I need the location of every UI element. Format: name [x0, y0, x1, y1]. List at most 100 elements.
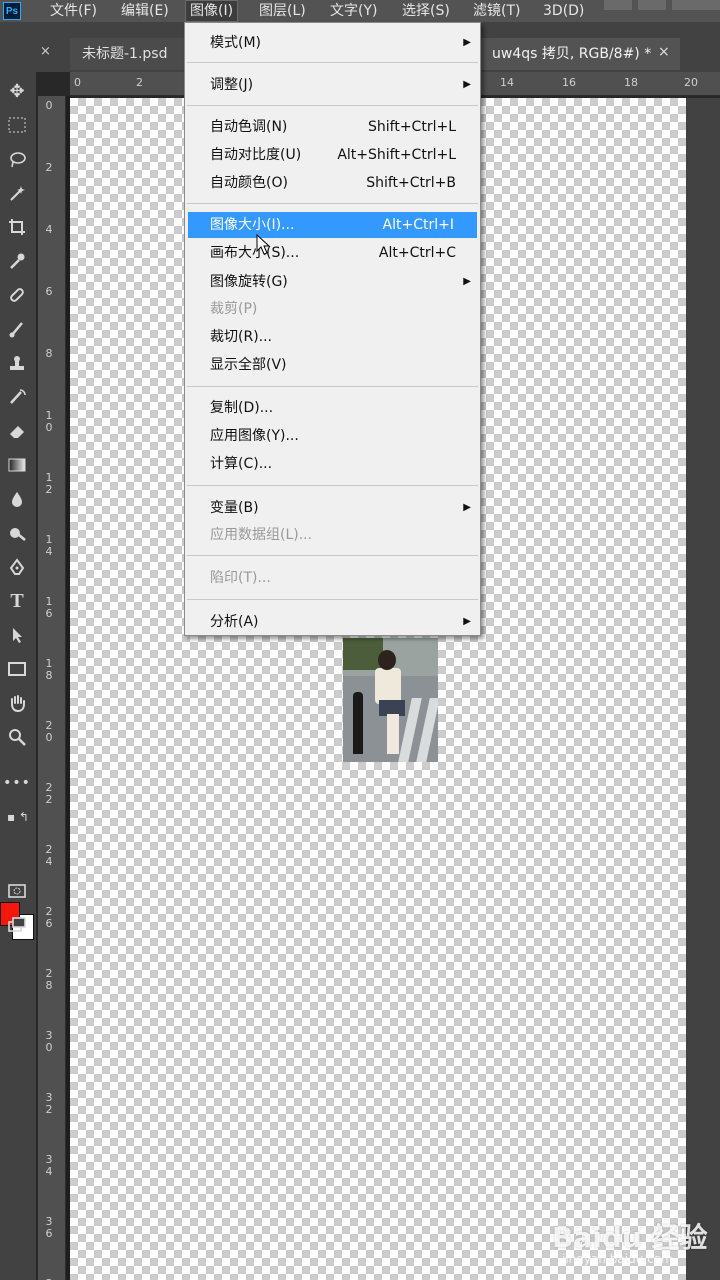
- menu-item-crop: 裁剪(P): [186, 296, 479, 322]
- canvas-right-gutter: [686, 98, 720, 1280]
- menu-image[interactable]: 图像(I): [185, 0, 239, 22]
- menu-layer[interactable]: 图层(L): [255, 0, 310, 22]
- eyedropper-tool-icon[interactable]: [4, 248, 30, 274]
- ruler-tick: 2 4: [45, 843, 53, 868]
- submenu-arrow-icon: ▶: [463, 276, 471, 287]
- ruler-tick: 2 2: [45, 781, 53, 806]
- type-tool-icon[interactable]: T: [4, 588, 30, 614]
- ruler-tick: 18: [624, 76, 638, 89]
- photo-layer-thumbnail[interactable]: [343, 638, 438, 762]
- ruler-tick: 3 0: [45, 1029, 53, 1054]
- magic-wand-tool-icon[interactable]: [4, 180, 30, 206]
- lasso-tool-icon[interactable]: [4, 146, 30, 172]
- menu-edit[interactable]: 编辑(E): [117, 0, 173, 22]
- dodge-tool-icon[interactable]: [4, 520, 30, 546]
- menu-item-label: 画布大小(S)...: [210, 245, 300, 261]
- menu-item-label: 复制(D)...: [210, 400, 274, 416]
- vertical-ruler: 0 2 4 6 8 1 0 1 2 1 4 1 6 1 8 2 0 2 2 2 4 2 6 2 8 3 0 3 …: [38, 96, 66, 1280]
- photo-figure-body: [375, 668, 401, 704]
- ruler-tick: 0: [74, 76, 81, 89]
- menu-item-label: 调整(J): [210, 77, 254, 93]
- menu-item-label: 显示全部(V): [210, 357, 287, 373]
- screen-mode-icon[interactable]: [4, 912, 30, 938]
- menu-item-label: 陷印(T)...: [210, 570, 271, 586]
- close-window-button[interactable]: [672, 0, 720, 10]
- ruler-tick: 3 2: [45, 1091, 53, 1116]
- rectangle-tool-icon[interactable]: [4, 656, 30, 682]
- panel-close-icon[interactable]: ×: [40, 44, 51, 59]
- path-selection-tool-icon[interactable]: [4, 622, 30, 648]
- menu-select[interactable]: 选择(S): [398, 0, 454, 22]
- tab-untitled[interactable]: 未标题-1.psd: [70, 38, 185, 70]
- tab-label: uw4qs 拷贝, RGB/8#) *: [492, 46, 652, 62]
- submenu-arrow-icon: ▶: [463, 37, 471, 48]
- tab-active-document[interactable]: uw4qs 拷贝, RGB/8#) *: [480, 38, 680, 70]
- ruler-tick: 1 6: [45, 595, 53, 620]
- menu-separator: [187, 203, 478, 204]
- quick-mask-icon[interactable]: [4, 878, 30, 904]
- healing-brush-tool-icon[interactable]: [4, 282, 30, 308]
- menu-separator: [187, 599, 478, 600]
- menu-item-reveal-all[interactable]: 显示全部(V): [186, 352, 479, 378]
- menu-item-auto-contrast[interactable]: 自动对比度(U) Alt+Shift+Ctrl+L: [186, 142, 479, 168]
- menu-item-calculations[interactable]: 计算(C)...: [186, 451, 479, 477]
- pen-tool-icon[interactable]: [4, 554, 30, 580]
- maximize-button[interactable]: [638, 0, 666, 10]
- move-tool-icon[interactable]: ✥: [4, 78, 30, 104]
- tools-panel: ✥ T ••• ▪ ↰: [0, 72, 36, 1280]
- menu-item-image-rotation[interactable]: 图像旋转(G) ▶: [186, 269, 479, 295]
- menu-item-auto-tone[interactable]: 自动色调(N) Shift+Ctrl+L: [186, 114, 479, 140]
- minimize-button[interactable]: [604, 0, 632, 10]
- menu-item-image-size[interactable]: 图像大小(I)... Alt+Ctrl+I: [188, 212, 477, 238]
- photo-figure-head: [378, 650, 396, 670]
- blur-tool-icon[interactable]: [4, 486, 30, 512]
- menu-item-variables[interactable]: 变量(B) ▶: [186, 495, 479, 521]
- menu-item-label: 自动色调(N): [210, 119, 288, 135]
- hand-tool-icon[interactable]: [4, 690, 30, 716]
- ruler-tick: 2 8: [45, 967, 53, 992]
- zoom-tool-icon[interactable]: [4, 724, 30, 750]
- brush-tool-icon[interactable]: [4, 316, 30, 342]
- menu-item-auto-color[interactable]: 自动颜色(O) Shift+Ctrl+B: [186, 170, 479, 196]
- menu-filter[interactable]: 滤镜(T): [469, 0, 524, 22]
- ruler-tick: 16: [562, 76, 576, 89]
- menu-item-shortcut: Alt+Ctrl+I: [382, 217, 454, 233]
- menu-item-label: 应用图像(Y)...: [210, 428, 299, 444]
- menu-item-adjustments[interactable]: 调整(J) ▶: [186, 72, 479, 98]
- menu-item-trim[interactable]: 裁切(R)...: [186, 324, 479, 350]
- ruler-tick: 14: [500, 76, 514, 89]
- marquee-tool-icon[interactable]: [4, 112, 30, 138]
- tab-label: 未标题-1.psd: [82, 46, 168, 62]
- menu-item-label: 计算(C)...: [210, 456, 273, 472]
- eraser-tool-icon[interactable]: [4, 418, 30, 444]
- menu-separator: [187, 555, 478, 556]
- menu-item-label: 变量(B): [210, 500, 259, 516]
- tab-close-icon[interactable]: ×: [658, 44, 670, 60]
- history-brush-tool-icon[interactable]: [4, 384, 30, 410]
- menu-item-shortcut: Shift+Ctrl+B: [366, 175, 456, 191]
- ruler-tick: 0: [45, 99, 53, 112]
- menu-separator: [187, 485, 478, 486]
- menu-item-mode[interactable]: 模式(M) ▶: [186, 30, 479, 56]
- ruler-tick: 4: [45, 223, 53, 236]
- swap-colors-icon[interactable]: ▪ ↰: [0, 804, 36, 830]
- menu-3d[interactable]: 3D(D): [539, 0, 588, 22]
- submenu-arrow-icon: ▶: [463, 79, 471, 90]
- menu-item-apply-image[interactable]: 应用图像(Y)...: [186, 423, 479, 449]
- menu-type[interactable]: 文字(Y): [326, 0, 381, 22]
- ruler-tick: 2: [136, 76, 143, 89]
- more-tools-icon[interactable]: •••: [3, 770, 30, 796]
- menu-item-canvas-size[interactable]: 画布大小(S)... Alt+Ctrl+C: [186, 240, 479, 266]
- menu-item-duplicate[interactable]: 复制(D)...: [186, 395, 479, 421]
- ruler-tick: 1 0: [45, 409, 53, 434]
- menu-item-analysis[interactable]: 分析(A) ▶: [186, 609, 479, 635]
- menu-file[interactable]: 文件(F): [46, 0, 101, 22]
- ruler-tick: 3 6: [45, 1215, 53, 1240]
- gradient-tool-icon[interactable]: [4, 452, 30, 478]
- crop-tool-icon[interactable]: [4, 214, 30, 240]
- ruler-tick: 20: [684, 76, 698, 89]
- ruler-tick: 2: [45, 161, 53, 174]
- ruler-tick: 1 8: [45, 657, 53, 682]
- stamp-tool-icon[interactable]: [4, 350, 30, 376]
- ruler-tick: 1 2: [45, 471, 53, 496]
